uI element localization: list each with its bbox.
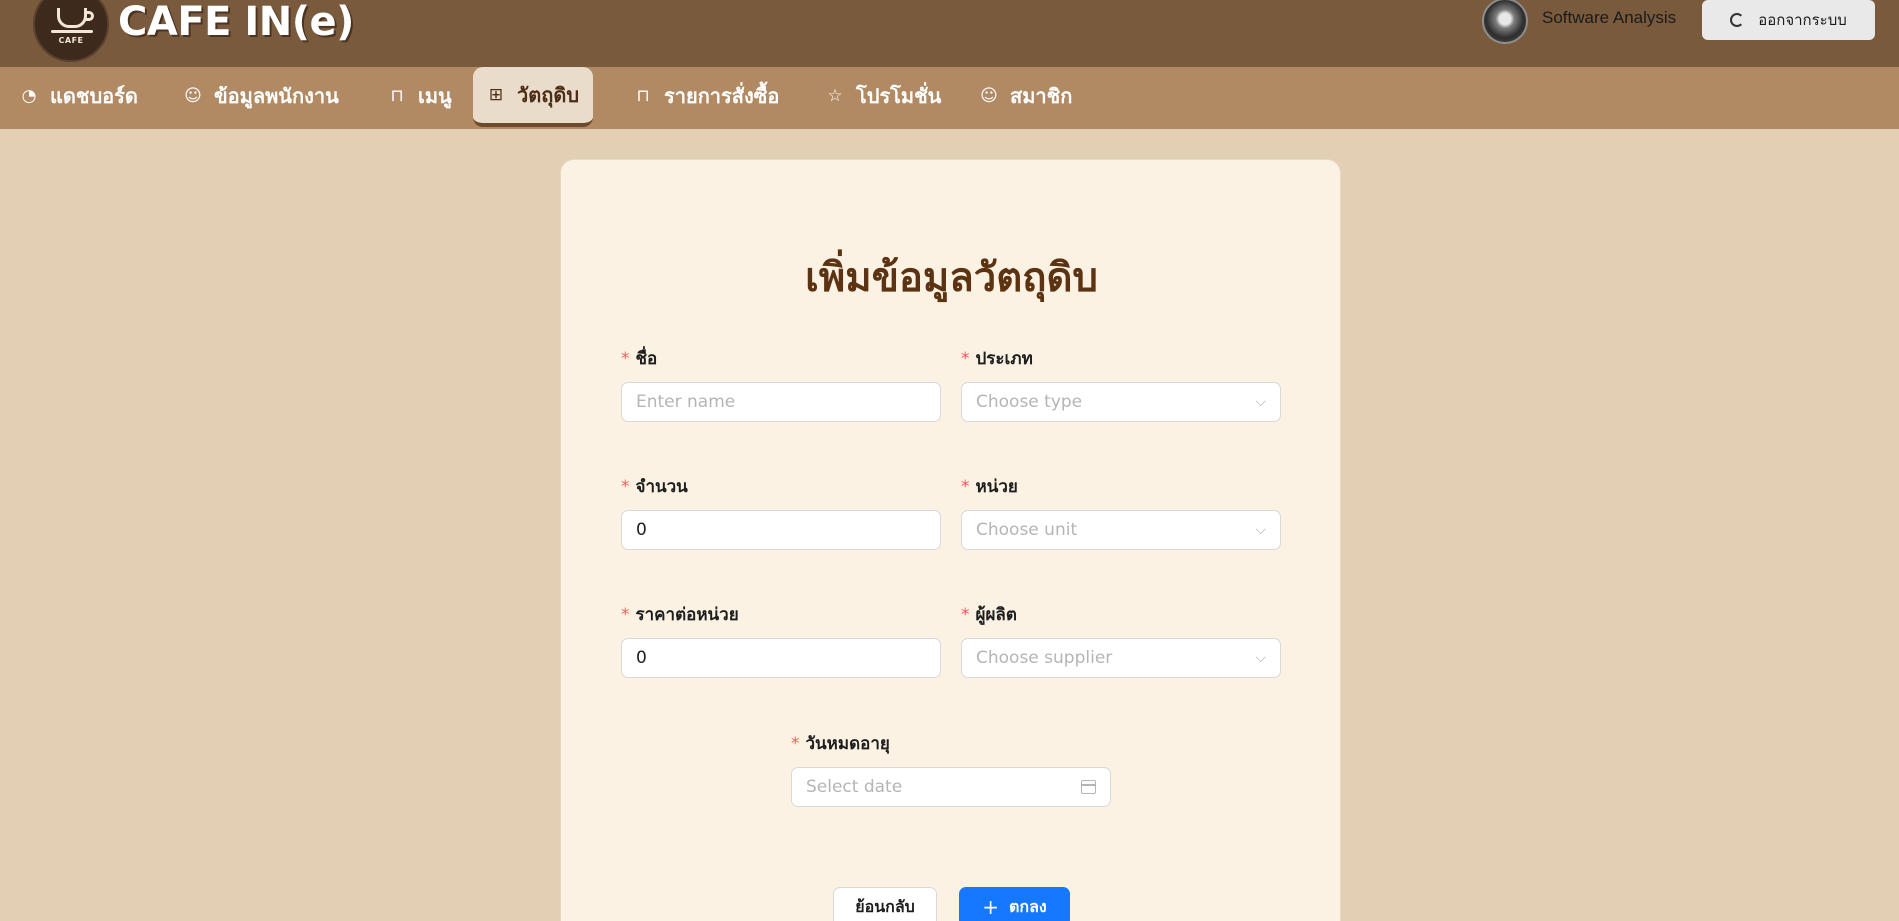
- dashboard-icon: ◔: [21, 86, 37, 106]
- top-bar: CAFE CAFE IN(e) Software Analysis ออกจาก…: [0, 0, 1899, 67]
- supplier-label: * ผู้ผลิต: [961, 601, 1017, 628]
- calendar-icon: [1081, 780, 1096, 794]
- unit-select[interactable]: Choose unit ⌵: [961, 510, 1281, 550]
- logout-icon: [1730, 13, 1745, 27]
- brand-title: CAFE IN(e): [118, 0, 354, 45]
- plus-icon: +: [982, 895, 1000, 919]
- nav-label: ข้อมูลพนักงาน: [214, 84, 339, 108]
- unit-placeholder: Choose unit: [976, 520, 1078, 540]
- star-icon: ☆: [827, 86, 843, 106]
- form-title: เพิ่มข้อมูลวัตถุดิบ: [805, 255, 1098, 301]
- name-label: * ชื่อ: [621, 345, 657, 372]
- required-mark: *: [961, 477, 970, 497]
- price-label-text: ราคาต่อหน่วย: [635, 605, 739, 625]
- nav-members[interactable]: ☺ สมาชิก: [966, 67, 1086, 125]
- price-input[interactable]: [621, 638, 941, 678]
- required-mark: *: [621, 605, 630, 625]
- bag-icon: ⊓: [390, 86, 404, 106]
- nav-menu[interactable]: ⊓ เมนู: [374, 67, 466, 125]
- nav-label: แดชบอร์ด: [50, 84, 138, 108]
- required-mark: *: [621, 477, 630, 497]
- nav-promotions[interactable]: ☆ โปรโมชั่น: [812, 67, 955, 125]
- nav-label: รายการสั่งซื้อ: [664, 84, 780, 108]
- chevron-down-icon: ⌵: [1255, 650, 1266, 666]
- main-nav: ◔ แดชบอร์ด ☺ ข้อมูลพนักงาน ⊓ เมนู ⊞ วัตถ…: [0, 67, 1899, 129]
- logout-button[interactable]: ออกจากระบบ: [1702, 0, 1875, 40]
- bag-icon: ⊓: [636, 86, 650, 106]
- nav-dashboard[interactable]: ◔ แดชบอร์ด: [6, 67, 152, 125]
- cafe-logo[interactable]: CAFE: [33, 0, 109, 62]
- supplier-label-text: ผู้ผลิต: [975, 605, 1017, 625]
- quantity-label-text: จำนวน: [635, 477, 688, 497]
- required-mark: *: [961, 605, 970, 625]
- type-placeholder: Choose type: [976, 392, 1083, 412]
- quantity-label: * จำนวน: [621, 473, 688, 500]
- nav-label: เมนู: [418, 84, 452, 108]
- required-mark: *: [621, 349, 630, 369]
- nav-ingredients[interactable]: ⊞ วัตถุดิบ: [473, 67, 594, 127]
- ingredient-form-card: เพิ่มข้อมูลวัตถุดิบ *ชื่อ *ประเภท Choose…: [560, 159, 1341, 921]
- nav-label: วัตถุดิบ: [517, 83, 580, 107]
- chevron-down-icon: ⌵: [1255, 522, 1266, 538]
- supplier-select[interactable]: Choose supplier ⌵: [961, 638, 1281, 678]
- expiry-placeholder: Select date: [806, 777, 903, 797]
- chevron-down-icon: ⌵: [1255, 394, 1266, 410]
- nav-orders[interactable]: ⊓ รายการสั่งซื้อ: [620, 67, 793, 125]
- back-button[interactable]: ย้อนกลับ: [833, 887, 937, 921]
- name-input[interactable]: [621, 382, 941, 422]
- logo-word: CAFE: [58, 36, 84, 45]
- nav-label: สมาชิก: [1010, 84, 1073, 108]
- nav-label: โปรโมชั่น: [856, 84, 942, 108]
- cup-plate: [51, 30, 93, 33]
- nav-employees[interactable]: ☺ ข้อมูลพนักงาน: [170, 67, 353, 125]
- type-select[interactable]: Choose type ⌵: [961, 382, 1281, 422]
- grid-icon: ⊞: [488, 85, 504, 105]
- expiry-label: * วันหมดอายุ: [791, 730, 890, 757]
- user-avatar[interactable]: [1482, 0, 1528, 44]
- confirm-label: ตกลง: [1009, 896, 1047, 916]
- unit-label: * หน่วย: [961, 473, 1018, 500]
- type-label-text: ประเภท: [975, 349, 1033, 369]
- user-icon: ☺: [184, 86, 202, 106]
- price-label: * ราคาต่อหน่วย: [621, 601, 739, 628]
- supplier-placeholder: Choose supplier: [976, 648, 1113, 668]
- expiry-date-picker[interactable]: Select date: [791, 767, 1111, 807]
- user-name: Software Analysis: [1542, 8, 1677, 27]
- expiry-label-text: วันหมดอายุ: [805, 734, 890, 754]
- confirm-button[interactable]: + ตกลง: [959, 887, 1070, 921]
- type-label: * ประเภท: [961, 345, 1033, 372]
- quantity-input[interactable]: [621, 510, 941, 550]
- name-label-text: ชื่อ: [635, 349, 658, 369]
- cup-handle: [85, 11, 94, 21]
- required-mark: *: [791, 734, 800, 754]
- unit-label-text: หน่วย: [975, 477, 1018, 497]
- logout-label: ออกจากระบบ: [1758, 11, 1847, 29]
- user-icon: ☺: [980, 86, 998, 106]
- required-mark: *: [961, 349, 970, 369]
- coffee-cup-icon: [57, 8, 87, 28]
